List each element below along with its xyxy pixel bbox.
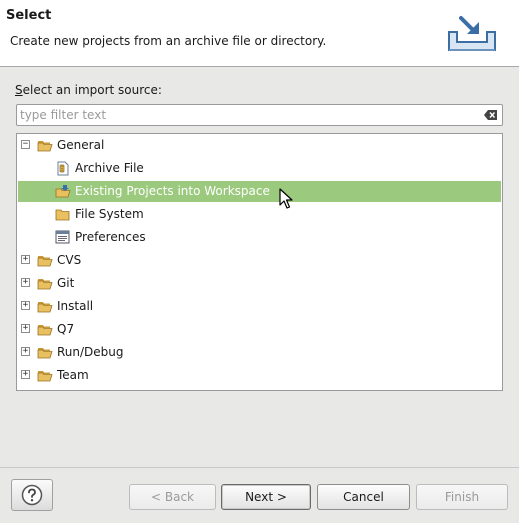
collapse-toggle[interactable]: − bbox=[21, 140, 30, 149]
tree-item-git[interactable]: + Git bbox=[18, 273, 501, 294]
tree-item-label: General bbox=[57, 138, 105, 152]
finish-button[interactable]: Finish bbox=[416, 484, 508, 510]
expand-toggle[interactable]: + bbox=[21, 301, 30, 310]
expand-toggle[interactable]: + bbox=[21, 255, 30, 264]
expand-toggle[interactable]: + bbox=[21, 324, 30, 333]
tree-item-archive-file[interactable]: Archive File bbox=[18, 158, 501, 179]
expand-toggle[interactable]: + bbox=[21, 278, 30, 287]
tree-item-cvs[interactable]: + CVS bbox=[18, 250, 501, 271]
import-wizard-icon bbox=[448, 16, 496, 51]
tree-item-preferences[interactable]: Preferences bbox=[18, 227, 501, 248]
next-button[interactable]: Next > bbox=[221, 484, 311, 510]
tree-item-label: Team bbox=[57, 368, 89, 382]
import-source-label-text: elect an import source: bbox=[22, 83, 162, 97]
folder-open-icon bbox=[37, 141, 53, 152]
tree-item-label: Git bbox=[57, 276, 75, 290]
folder-open-icon bbox=[37, 302, 53, 313]
folder-open-icon bbox=[37, 325, 53, 336]
button-bar-separator bbox=[0, 467, 519, 468]
tree-item-general[interactable]: − General bbox=[18, 135, 501, 156]
tree-item-label: CVS bbox=[57, 253, 82, 267]
clear-filter-icon[interactable] bbox=[484, 109, 498, 121]
help-icon bbox=[21, 484, 43, 506]
folder-open-icon bbox=[37, 348, 53, 359]
mnemonic-letter: S bbox=[15, 83, 23, 97]
archive-file-icon bbox=[57, 161, 69, 176]
help-button[interactable] bbox=[11, 479, 53, 511]
tree-item-label: Q7 bbox=[57, 322, 75, 336]
expand-toggle[interactable]: + bbox=[21, 347, 30, 356]
folder-open-icon bbox=[37, 371, 53, 382]
tree-item-label: Install bbox=[57, 299, 94, 313]
tree-item-q7[interactable]: + Q7 bbox=[18, 319, 501, 340]
expand-toggle[interactable]: + bbox=[21, 370, 30, 379]
tree-item-team[interactable]: + Team bbox=[18, 365, 501, 386]
import-source-label: Select an import source: bbox=[15, 83, 162, 97]
tree-item-existing-projects[interactable]: Existing Projects into Workspace bbox=[18, 181, 501, 202]
page-description: Create new projects from an archive file… bbox=[10, 34, 327, 48]
tree-item-label: Run/Debug bbox=[57, 345, 124, 359]
tree-item-run-debug[interactable]: + Run/Debug bbox=[18, 342, 501, 363]
folder-open-icon bbox=[37, 256, 53, 267]
preferences-icon bbox=[55, 230, 70, 244]
filter-input[interactable] bbox=[20, 106, 475, 124]
tree-item-label: File System bbox=[75, 207, 144, 221]
tree-item-label: Archive File bbox=[75, 161, 144, 175]
filter-field[interactable] bbox=[16, 104, 503, 126]
tree-item-install[interactable]: + Install bbox=[18, 296, 501, 317]
back-button[interactable]: < Back bbox=[129, 484, 216, 510]
import-source-tree[interactable]: − General Archive File Existing Projects… bbox=[16, 133, 503, 391]
wizard-banner: Select Create new projects from an archi… bbox=[0, 0, 519, 67]
tree-item-label: Existing Projects into Workspace bbox=[75, 184, 270, 198]
tree-item-label: Preferences bbox=[75, 230, 146, 244]
folder-open-icon bbox=[37, 279, 53, 290]
tree-item-file-system[interactable]: File System bbox=[18, 204, 501, 225]
file-system-folder-icon bbox=[55, 209, 70, 221]
page-title: Select bbox=[6, 8, 52, 23]
existing-projects-icon bbox=[55, 185, 71, 198]
cancel-button[interactable]: Cancel bbox=[317, 484, 410, 510]
